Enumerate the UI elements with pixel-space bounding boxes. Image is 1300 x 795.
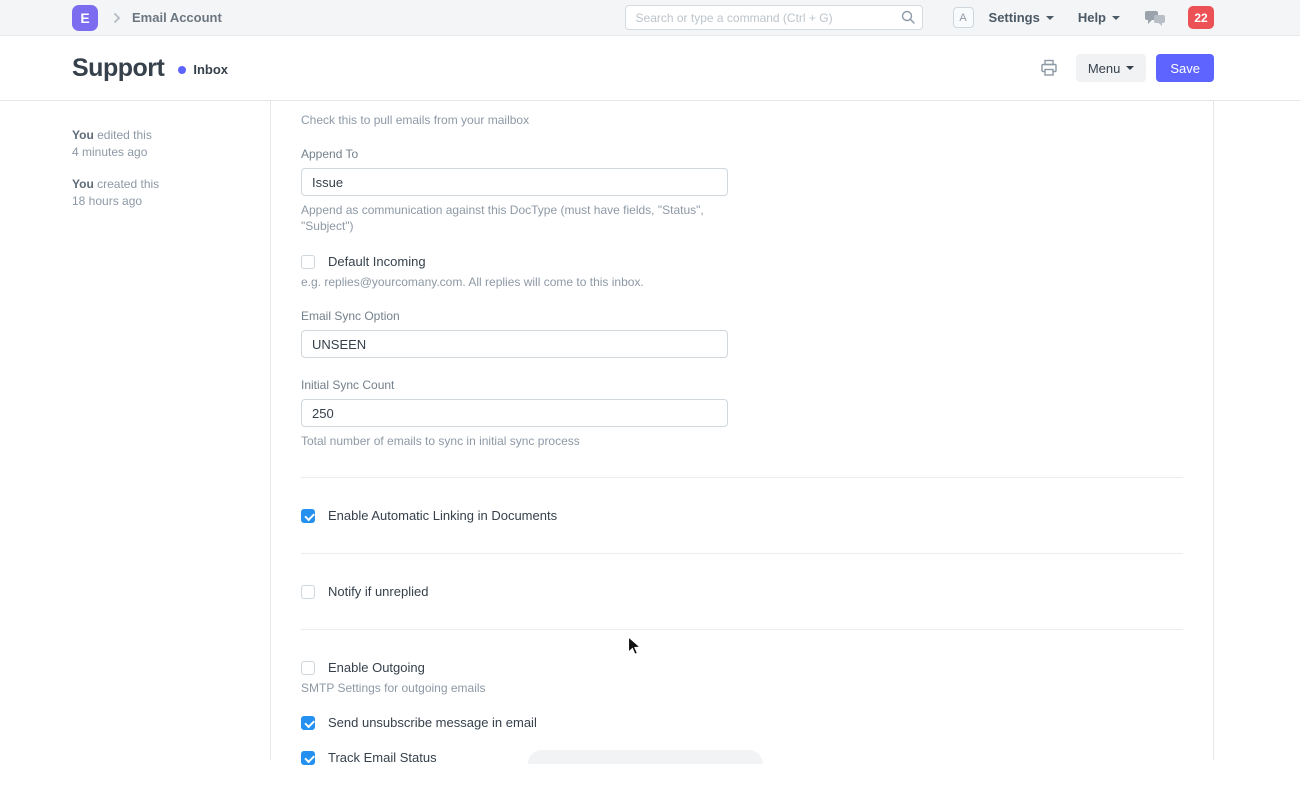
section-notify: Notify if unreplied — [301, 553, 1183, 629]
send-unsubscribe-checkbox[interactable] — [301, 716, 315, 730]
form-body: Check this to pull emails from your mail… — [270, 101, 1214, 760]
print-icon[interactable] — [1040, 59, 1058, 77]
menu-button[interactable]: Menu — [1076, 54, 1147, 82]
initial-sync-count-label: Initial Sync Count — [301, 378, 728, 392]
global-search — [625, 5, 923, 30]
help-label: Help — [1078, 10, 1106, 25]
default-incoming-label[interactable]: Default Incoming — [328, 254, 426, 269]
page-header: Support Inbox Menu Save — [0, 36, 1300, 101]
created-info: You created this 18 hours ago — [72, 176, 257, 210]
notification-badge[interactable]: 22 — [1188, 6, 1214, 29]
menu-button-label: Menu — [1088, 61, 1121, 76]
created-action: created this — [97, 177, 159, 191]
initial-sync-count-description: Total number of emails to sync in initia… — [301, 433, 741, 449]
auto-linking-checkbox[interactable] — [301, 509, 315, 523]
email-sync-option-input[interactable] — [301, 330, 728, 358]
email-sync-option-label: Email Sync Option — [301, 309, 728, 323]
status-badge: Inbox — [193, 62, 228, 77]
search-input[interactable] — [625, 5, 923, 30]
send-unsubscribe-label[interactable]: Send unsubscribe message in email — [328, 715, 537, 730]
chevron-down-icon — [1046, 16, 1054, 20]
help-menu[interactable]: Help — [1078, 10, 1120, 25]
navbar: E Email Account A Settings Help 22 — [0, 0, 1300, 36]
edited-when: 4 minutes ago — [72, 145, 147, 159]
append-to-input[interactable] — [301, 168, 728, 196]
notify-unreplied-label[interactable]: Notify if unreplied — [328, 584, 428, 599]
breadcrumb[interactable]: Email Account — [132, 10, 222, 25]
created-who: You — [72, 177, 94, 191]
enable-outgoing-row: Enable Outgoing — [301, 660, 1183, 675]
default-incoming-row: Default Incoming — [301, 254, 1183, 269]
default-incoming-checkbox[interactable] — [301, 255, 315, 269]
section-auto-linking: Enable Automatic Linking in Documents — [301, 477, 1183, 553]
save-button[interactable]: Save — [1156, 54, 1214, 82]
page-title: Support — [72, 54, 164, 83]
append-to-description: Append as communication against this Doc… — [301, 202, 741, 234]
section-outgoing: Enable Outgoing SMTP Settings for outgoi… — [301, 629, 1183, 795]
bottom-toast — [528, 750, 763, 764]
track-email-status-label[interactable]: Track Email Status — [328, 750, 437, 765]
initial-sync-count-input[interactable] — [301, 399, 728, 427]
enable-outgoing-label[interactable]: Enable Outgoing — [328, 660, 425, 675]
auto-linking-label[interactable]: Enable Automatic Linking in Documents — [328, 508, 557, 523]
edited-info: You edited this 4 minutes ago — [72, 127, 257, 161]
auto-linking-row: Enable Automatic Linking in Documents — [301, 508, 1183, 523]
track-email-status-checkbox[interactable] — [301, 751, 315, 765]
default-incoming-description: e.g. replies@yourcomany.com. All replies… — [301, 275, 1183, 289]
enable-outgoing-checkbox[interactable] — [301, 661, 315, 675]
notify-unreplied-row: Notify if unreplied — [301, 584, 1183, 599]
send-unsubscribe-row: Send unsubscribe message in email — [301, 715, 1183, 730]
append-to-label: Append To — [301, 147, 728, 161]
section-incoming: Check this to pull emails from your mail… — [301, 101, 1183, 477]
email-sync-option-field: Email Sync Option — [301, 309, 728, 358]
announcements-icon[interactable] — [1144, 8, 1166, 28]
avatar[interactable]: A — [953, 7, 974, 28]
status-dot-icon — [178, 66, 186, 74]
incoming-help-text: Check this to pull emails from your mail… — [301, 113, 1183, 127]
settings-label: Settings — [989, 10, 1040, 25]
initial-sync-count-field: Initial Sync Count Total number of email… — [301, 378, 728, 449]
enable-outgoing-description: SMTP Settings for outgoing emails — [301, 681, 1183, 695]
chevron-down-icon — [1126, 66, 1134, 70]
search-icon — [900, 9, 916, 30]
chevron-down-icon — [1112, 16, 1120, 20]
notify-unreplied-checkbox[interactable] — [301, 585, 315, 599]
edited-who: You — [72, 128, 94, 142]
created-when: 18 hours ago — [72, 194, 142, 208]
settings-menu[interactable]: Settings — [989, 10, 1054, 25]
edited-action: edited this — [97, 128, 152, 142]
app-logo[interactable]: E — [72, 5, 98, 31]
breadcrumb-chevron-icon — [112, 13, 122, 23]
form-sidebar: You edited this 4 minutes ago You create… — [72, 127, 257, 225]
append-to-field: Append To Append as communication agains… — [301, 147, 728, 234]
